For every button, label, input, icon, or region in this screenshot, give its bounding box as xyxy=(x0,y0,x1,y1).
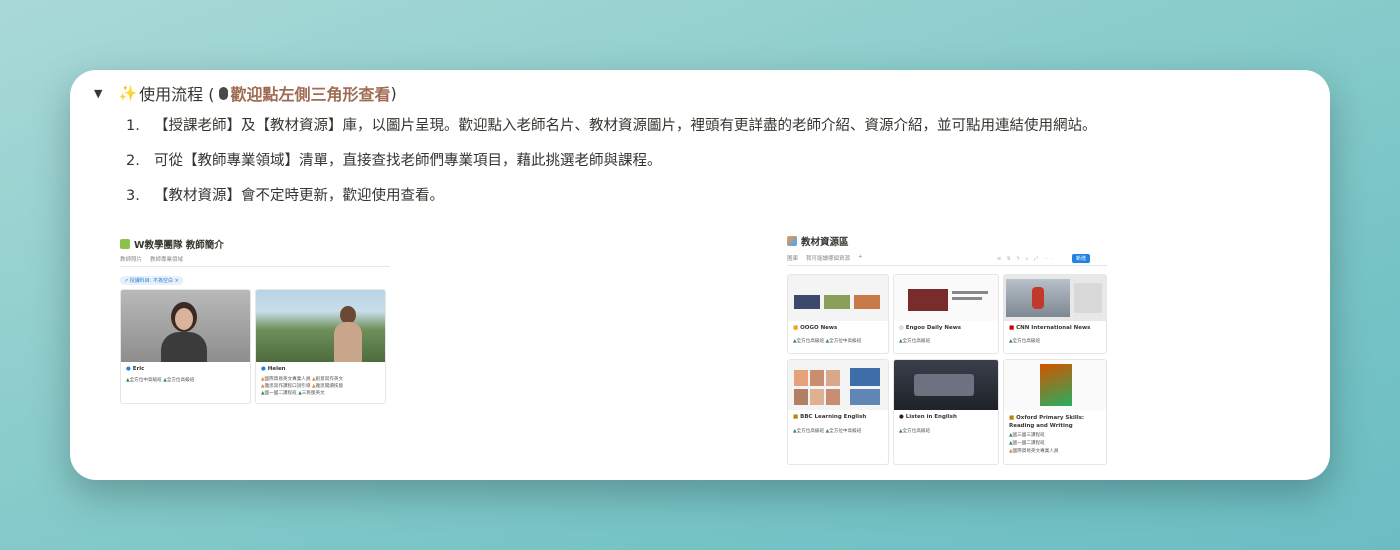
resource-tags: ▲全方位高級班 ▲全方位中高級班 xyxy=(793,339,862,344)
toggle-hint: 歡迎點左側三角形查看 xyxy=(230,85,391,104)
resource-tags: ▲國際貿易英文專業人員 xyxy=(1009,449,1059,454)
teacher-tags: ▲全方位中高級班 ▲全方位高級班 xyxy=(126,378,195,383)
filter-chip[interactable]: ↗ 授課科目: 不為空白 × xyxy=(120,276,183,285)
list-number: 1. xyxy=(126,118,140,134)
steps-list: 1. 【授課老師】及【教材資源】庫，以圖片呈現。歡迎點入老師名片、教材資源圖片，… xyxy=(126,116,1097,221)
resource-thumbnail xyxy=(894,275,998,321)
list-text: 【授課老師】及【教材資源】庫，以圖片呈現。歡迎點入老師名片、教材資源圖片，裡頭有… xyxy=(154,118,1097,134)
resource-tags: ▲國一國二課程班 xyxy=(1009,441,1045,446)
resource-name: ■ BBC Learning English xyxy=(793,414,867,420)
teachers-gallery-title: W教學團隊 教師簡介 xyxy=(120,237,390,251)
resource-card[interactable]: ● Listen in English ▲全方位高級班 xyxy=(893,359,999,465)
teachers-gallery-screenshot[interactable]: W教學團隊 教師簡介 教師照片 教師專業領域 ↗ 授課科目: 不為空白 × ● … xyxy=(120,237,390,407)
resource-tags: ▲全方位高級班 xyxy=(899,429,931,434)
resource-tags: ▲全方位高級班 xyxy=(899,339,931,344)
resource-thumbnail xyxy=(1004,360,1106,410)
toggle-triangle-icon[interactable]: ▼ xyxy=(94,87,102,100)
resource-tags: ▲國三國三課程班 xyxy=(1009,433,1045,438)
resource-name: ■ CNN International News xyxy=(1009,325,1091,331)
tab-gallery[interactable]: 圖庫 xyxy=(787,254,798,262)
resource-thumbnail xyxy=(894,360,998,410)
resources-gallery-screenshot[interactable]: 教材資源區 圖庫 我可能讀哪個資源 + ≡ ⇅ ϟ ⌕ ⤢ ··· 新增 ■ O… xyxy=(787,234,1107,469)
resource-card[interactable]: ■ OOGO News ▲全方位高級班 ▲全方位中高級班 xyxy=(787,274,889,354)
tab-teacher-photos[interactable]: 教師照片 xyxy=(120,255,142,263)
tab-teacher-expertise[interactable]: 教師專業領域 xyxy=(150,255,183,263)
list-text: 可從【教師專業領域】清單，直接查找老師們專業項目，藉此挑選老師與課程。 xyxy=(154,153,662,169)
teacher-card-eric[interactable]: ● Eric ▲全方位中高級班 ▲全方位高級班 xyxy=(120,289,251,404)
list-number: 3. xyxy=(126,188,140,204)
resource-thumbnail xyxy=(788,275,888,321)
list-number: 2. xyxy=(126,153,140,169)
resource-card[interactable]: ■ BBC Learning English ▲全方位高級班 ▲全方位中高級班 xyxy=(787,359,889,465)
resource-tags: ▲全方位高級班 xyxy=(1009,339,1041,344)
teacher-photo xyxy=(121,290,250,362)
usage-toggle[interactable]: ▼ ✨ 使用流程 ( 歡迎點左側三角形查看 ) xyxy=(94,81,397,105)
content-card: ▼ ✨ 使用流程 ( 歡迎點左側三角形查看 ) 1. 【授課老師】及【教材資源】… xyxy=(70,70,1330,480)
new-button[interactable]: 新增 xyxy=(1072,254,1091,263)
resource-name: ■ Oxford Primary Skills: Reading and Wri… xyxy=(1009,415,1085,429)
resource-name: ● Listen in English xyxy=(899,414,957,420)
books-icon xyxy=(787,236,797,246)
list-item: 1. 【授課老師】及【教材資源】庫，以圖片呈現。歡迎點入老師名片、教材資源圖片，… xyxy=(126,116,1097,136)
resource-card[interactable]: ■ CNN International News ▲全方位高級班 xyxy=(1003,274,1107,354)
toggle-suffix: ) xyxy=(390,83,397,103)
resources-gallery-title: 教材資源區 xyxy=(787,234,1107,248)
resources-tabs: 圖庫 我可能讀哪個資源 + xyxy=(787,254,1107,266)
teacher-tags: ▲國際貿易英文專業人員 ▲創意寫作英文 xyxy=(261,377,344,382)
teachers-tabs: 教師照片 教師專業領域 xyxy=(120,255,390,267)
resource-name: ◎ Engoo Daily News xyxy=(899,325,962,331)
list-item: 3. 【教材資源】會不定時更新，歡迎使用查看。 xyxy=(126,186,1097,206)
teacher-tags: ▲雅思寫作課程口說引導 ▲雅思閱讀技能 xyxy=(261,384,344,389)
resource-card[interactable]: ■ Oxford Primary Skills: Reading and Wri… xyxy=(1003,359,1107,465)
toggle-label: 使用流程 ( xyxy=(139,85,215,104)
list-item: 2. 可從【教師專業領域】清單，直接查找老師們專業項目，藉此挑選老師與課程。 xyxy=(126,151,1097,171)
teacher-tags: ▲國一國二課程班 ▲三民版英文 xyxy=(261,391,325,396)
teacher-name: ● Eric xyxy=(126,366,145,372)
resources-title-text: 教材資源區 xyxy=(801,237,849,248)
toolbar-icons[interactable]: ≡ ⇅ ϟ ⌕ ⤢ ··· xyxy=(997,256,1054,262)
resource-thumbnail xyxy=(788,360,888,410)
sparkle-icon: ✨ xyxy=(118,84,138,102)
resource-name: ■ OOGO News xyxy=(793,325,838,331)
add-view-button[interactable]: + xyxy=(858,254,863,262)
teacher-name: ● Helen xyxy=(261,366,286,372)
tab-resource-list[interactable]: 我可能讀哪個資源 xyxy=(806,254,850,262)
resource-thumbnail xyxy=(1004,275,1106,321)
teacher-card-helen[interactable]: ● Helen ▲國際貿易英文專業人員 ▲創意寫作英文 ▲雅思寫作課程口說引導 … xyxy=(255,289,386,404)
teachers-title-text: W教學團隊 教師簡介 xyxy=(134,240,224,251)
board-icon xyxy=(120,239,130,249)
resource-tags: ▲全方位高級班 ▲全方位中高級班 xyxy=(793,429,862,434)
list-text: 【教材資源】會不定時更新，歡迎使用查看。 xyxy=(154,188,444,204)
mouse-icon xyxy=(218,86,228,100)
teacher-photo xyxy=(256,290,385,362)
resource-card[interactable]: ◎ Engoo Daily News ▲全方位高級班 xyxy=(893,274,999,354)
